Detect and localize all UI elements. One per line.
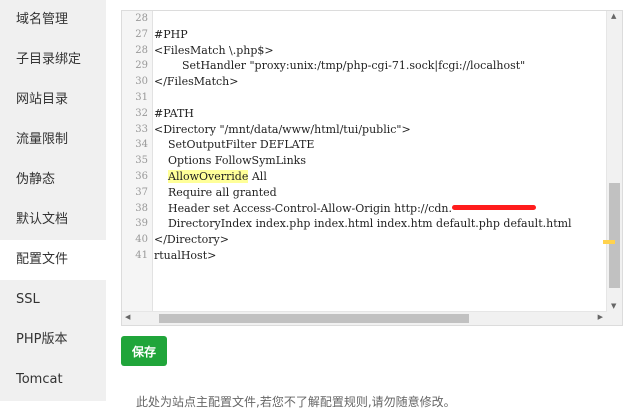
code-text: <Directory "/mnt/data/www/html/tui/publi… xyxy=(154,122,411,136)
sidebar-item-ssl[interactable]: SSL xyxy=(0,280,106,320)
code-text: DirectoryIndex index.php index.html inde… xyxy=(154,217,572,231)
search-highlight: AllowOverride xyxy=(168,169,249,183)
sidebar-item-tomcat[interactable]: Tomcat xyxy=(0,360,106,400)
scroll-right-icon[interactable]: ▶ xyxy=(598,313,603,322)
sidebar-item-default-document[interactable]: 默认文档 xyxy=(0,200,106,240)
line-number: 41 xyxy=(135,249,148,261)
line-number: 40 xyxy=(135,234,148,246)
line-number: 28 xyxy=(135,13,148,24)
line-number: 27 xyxy=(135,28,148,40)
line-number: 30 xyxy=(135,76,148,88)
code-text: Require all granted xyxy=(154,185,277,199)
line-number: 38 xyxy=(135,202,148,214)
code-line: 39 DirectoryIndex index.php index.html i… xyxy=(122,216,606,232)
sidebar-item-domain-management[interactable]: 域名管理 xyxy=(0,0,106,40)
line-number: 36 xyxy=(135,170,148,182)
sidebar-item-traffic-limit[interactable]: 流量限制 xyxy=(0,120,106,160)
sidebar-item-site-directory[interactable]: 网站目录 xyxy=(0,80,106,120)
sidebar-item-subdirectory-binding[interactable]: 子目录绑定 xyxy=(0,40,106,80)
code-text: </Directory> xyxy=(154,233,229,247)
code-line: 34 SetOutputFilter DEFLATE xyxy=(122,137,606,153)
scroll-left-icon[interactable]: ◀ xyxy=(125,313,130,322)
code-text: #PATH xyxy=(154,106,194,120)
scrollbar-corner xyxy=(606,312,622,325)
line-number: 37 xyxy=(135,186,148,198)
line-number: 28 xyxy=(135,44,148,56)
code-line: 29 SetHandler "proxy:unix:/tmp/php-cgi-7… xyxy=(122,58,606,74)
save-button[interactable]: 保存 xyxy=(121,336,167,366)
line-number: 39 xyxy=(135,218,148,230)
scroll-up-icon[interactable]: ▲ xyxy=(611,12,616,21)
code-text: Header set Access-Control-Allow-Origin h… xyxy=(154,201,453,215)
vertical-scrollbar-thumb[interactable] xyxy=(609,183,620,288)
code-line: 31 xyxy=(122,90,606,106)
sidebar-nav: 域名管理 子目录绑定 网站目录 流量限制 伪静态 默认文档 配置文件 SSL P… xyxy=(0,0,106,401)
code-text: SetHandler "proxy:unix:/tmp/php-cgi-71.s… xyxy=(154,59,526,73)
code-text: rtualHost> xyxy=(154,248,217,262)
code-line: 40 </Directory> xyxy=(122,232,606,248)
line-number: 32 xyxy=(135,107,148,119)
code-text-highlighted: AllowOverride All xyxy=(168,169,267,183)
code-text: <FilesMatch \.php$> xyxy=(154,43,274,57)
code-line: 33 <Directory "/mnt/data/www/html/tui/pub… xyxy=(122,122,606,138)
line-number: 31 xyxy=(135,91,148,103)
config-code-editor[interactable]: 28 27 #PHP 28 <FilesMatch \.php$> 29 SetHa… xyxy=(121,10,623,326)
code-text: #PHP xyxy=(154,27,188,41)
code-text: SetOutputFilter DEFLATE xyxy=(154,138,315,152)
line-number: 35 xyxy=(135,155,148,167)
main-panel: 28 27 #PHP 28 <FilesMatch \.php$> 29 SetHa… xyxy=(106,0,632,409)
horizontal-scrollbar[interactable]: ◀ ▶ xyxy=(122,311,606,325)
line-number: 33 xyxy=(135,123,148,135)
code-line: 28 xyxy=(122,11,606,27)
code-line: 32 #PATH xyxy=(122,106,606,122)
config-hint-text: 此处为站点主配置文件,若您不了解配置规则,请勿随意修改。 xyxy=(136,395,456,409)
code-line: 38 Header set Access-Control-Allow-Origi… xyxy=(122,201,606,217)
code-line: 30 </FilesMatch> xyxy=(122,74,606,90)
code-lines: 28 27 #PHP 28 <FilesMatch \.php$> 29 SetHa… xyxy=(122,11,606,264)
code-line: 41 rtualHost> xyxy=(122,248,606,264)
code-text-redacted: Header set Access-Control-Allow-Origin h… xyxy=(154,201,537,217)
search-match-marker xyxy=(603,240,615,244)
code-text: Options FollowSymLinks xyxy=(154,154,306,168)
code-line: 28 <FilesMatch \.php$> xyxy=(122,43,606,59)
horizontal-scrollbar-thumb[interactable] xyxy=(159,314,469,323)
code-line: 36 AllowOverride All xyxy=(122,169,606,185)
vertical-scrollbar[interactable]: ▲ ▼ xyxy=(606,11,622,312)
redaction-mark xyxy=(452,205,537,211)
scroll-down-icon[interactable]: ▼ xyxy=(611,302,616,311)
code-text: </FilesMatch> xyxy=(154,75,239,89)
sidebar-item-config-file[interactable]: 配置文件 xyxy=(0,240,106,280)
code-line: 35 Options FollowSymLinks xyxy=(122,153,606,169)
code-line: 37 Require all granted xyxy=(122,185,606,201)
line-number: 29 xyxy=(135,60,148,72)
sidebar-item-php-version[interactable]: PHP版本 xyxy=(0,320,106,360)
line-number: 34 xyxy=(135,139,148,151)
sidebar-item-rewrite[interactable]: 伪静态 xyxy=(0,160,106,200)
code-line: 27 #PHP xyxy=(122,27,606,43)
